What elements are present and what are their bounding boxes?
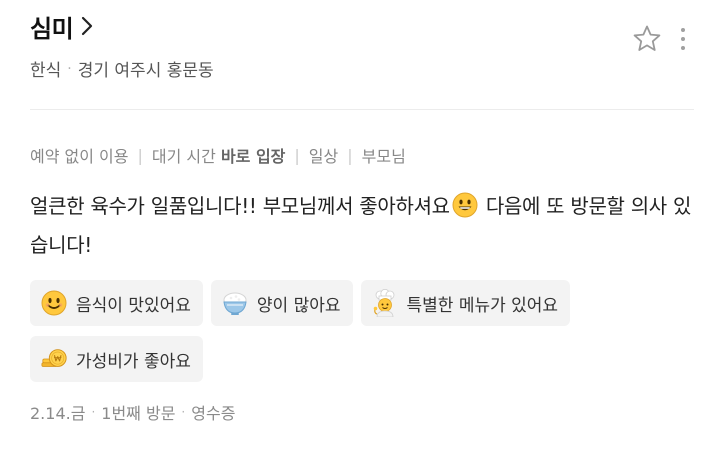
keyword-row: 음식이 맛있어요 양이 많아요 특별한 메뉴가 있어요 bbox=[30, 280, 670, 326]
coins-icon bbox=[40, 345, 68, 373]
grinning-face-icon bbox=[452, 192, 478, 218]
tag-separator: | bbox=[347, 145, 353, 165]
visit-info: 2.14.금 · 1번째 방문 · 영수증 bbox=[30, 400, 235, 424]
visit-count: 1번째 방문 bbox=[101, 404, 176, 423]
more-vertical-icon bbox=[680, 26, 686, 56]
keyword-chip: 가성비가 좋아요 bbox=[30, 336, 203, 382]
tag-companion: 부모님 bbox=[361, 147, 406, 166]
keyword-label: 특별한 메뉴가 있어요 bbox=[406, 295, 559, 316]
keyword-chip: 양이 많아요 bbox=[210, 280, 353, 326]
keyword-label: 양이 많아요 bbox=[256, 295, 341, 316]
place-name: 심미 bbox=[30, 14, 74, 43]
place-category: 한식 bbox=[30, 61, 62, 81]
smiling-face-icon bbox=[40, 289, 68, 317]
meta-separator: · bbox=[67, 60, 72, 77]
tag-reservation: 예약 없이 이용 bbox=[30, 147, 129, 166]
header-actions bbox=[630, 24, 694, 58]
keyword-chips: 음식이 맛있어요 양이 많아요 특별한 메뉴가 있어요 가성비가 좋아요 bbox=[30, 280, 670, 392]
chevron-right-icon bbox=[81, 16, 93, 36]
tag-wait-time: 대기 시간 바로 입장 bbox=[152, 143, 286, 167]
chef-icon bbox=[371, 289, 399, 317]
footer-separator: · bbox=[91, 405, 96, 419]
keyword-chip: 특별한 메뉴가 있어요 bbox=[360, 280, 571, 326]
visit-date: 2.14.금 bbox=[30, 404, 86, 423]
visit-tags: 예약 없이 이용 | 대기 시간 바로 입장 | 일상 | 부모님 bbox=[30, 143, 406, 167]
more-options-button[interactable] bbox=[672, 24, 694, 58]
place-location: 경기 여주시 홍문동 bbox=[77, 61, 214, 81]
place-header: 심미 한식 · 경기 여주시 홍문동 bbox=[30, 6, 694, 96]
tag-wait-value: 바로 입장 bbox=[220, 147, 286, 166]
verification-method: 영수증 bbox=[191, 404, 236, 423]
footer-separator: · bbox=[181, 405, 186, 419]
keyword-chip: 음식이 맛있어요 bbox=[30, 280, 203, 326]
rice-bowl-icon bbox=[221, 289, 249, 317]
tag-separator: | bbox=[137, 145, 143, 165]
place-title-link[interactable]: 심미 bbox=[30, 6, 694, 46]
favorite-button[interactable] bbox=[630, 24, 664, 58]
keyword-row: 가성비가 좋아요 bbox=[30, 336, 670, 382]
review-text-part1: 얼큰한 육수가 일품입니다!! 부모님께서 좋아하셔요 bbox=[30, 194, 450, 218]
tag-separator: | bbox=[294, 145, 300, 165]
star-icon bbox=[631, 23, 663, 59]
review-text: 얼큰한 육수가 일품입니다!! 부모님께서 좋아하셔요 다음에 또 방문할 의사… bbox=[30, 187, 695, 265]
keyword-label: 가성비가 좋아요 bbox=[76, 351, 191, 372]
tag-wait-prefix: 대기 시간 bbox=[151, 147, 221, 166]
tag-occasion: 일상 bbox=[308, 147, 339, 166]
divider bbox=[30, 109, 694, 110]
keyword-label: 음식이 맛있어요 bbox=[76, 295, 191, 316]
place-meta: 한식 · 경기 여주시 홍문동 bbox=[30, 56, 214, 82]
